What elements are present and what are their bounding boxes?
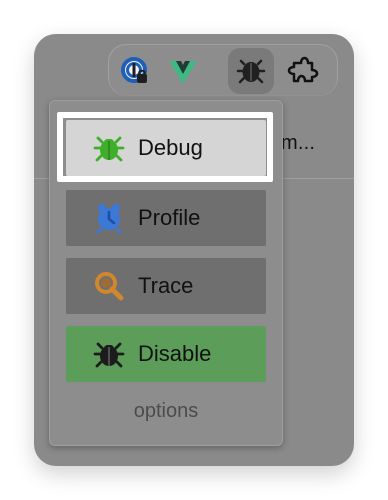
debug-label: Debug	[138, 135, 203, 160]
disable-menu-item[interactable]: Disable	[66, 326, 266, 382]
truncated-page-text: m...	[281, 132, 316, 154]
debug-extension-icon[interactable]	[228, 48, 274, 94]
orange-magnifier-icon	[92, 269, 126, 303]
extension-toolbar	[108, 44, 338, 96]
disable-label: Disable	[138, 341, 212, 366]
vue-devtools-icon[interactable]	[160, 48, 206, 94]
1password-lock-icon[interactable]	[112, 48, 158, 94]
options-link[interactable]: options	[49, 400, 283, 423]
trace-label: Trace	[138, 273, 194, 298]
blue-clock-icon	[92, 201, 126, 235]
debug-menu-item[interactable]: Debug	[66, 120, 266, 176]
extensions-puzzle-icon[interactable]	[280, 48, 326, 94]
green-bug-icon	[92, 131, 126, 165]
trace-menu-item[interactable]: Trace	[66, 258, 266, 314]
profile-menu-item[interactable]: Profile	[66, 190, 266, 246]
profile-label: Profile	[138, 205, 201, 230]
debug-popup-menu: Debug Profile Trace Disable options	[49, 100, 283, 446]
black-bug-icon	[92, 337, 126, 371]
extension-window: m... Debug Profile Trace Disable options	[34, 34, 354, 466]
